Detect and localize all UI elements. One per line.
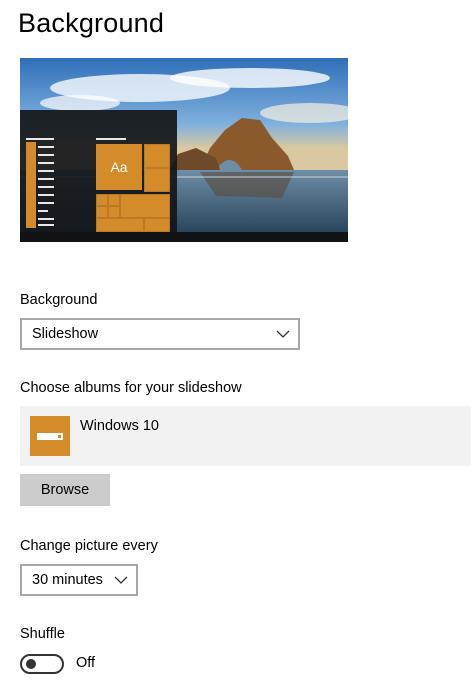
toggle-knob [26,659,36,669]
interval-dropdown[interactable]: 30 minutes [20,564,138,596]
preview-line [26,138,54,140]
preview-tile [144,144,170,168]
taskbar-preview [20,232,348,242]
background-dropdown-value: Slideshow [32,326,99,342]
preview-tile [96,206,108,218]
preview-line [38,178,54,180]
interval-label: Change picture every [20,538,158,554]
interval-dropdown-value: 30 minutes [32,572,103,588]
page-title: Background [18,8,165,38]
background-preview: Aa [20,58,348,242]
preview-tile [144,168,170,192]
preview-tile [120,194,170,218]
preview-line [38,202,54,204]
preview-line [96,138,126,140]
background-dropdown[interactable]: Slideshow [20,318,300,350]
background-label: Background [20,292,98,308]
chevron-down-icon [114,576,128,584]
preview-tile [96,194,108,206]
album-item[interactable]: Windows 10 [20,406,471,466]
shuffle-label: Shuffle [20,626,65,642]
preview-line [38,186,54,188]
preview-line [38,162,54,164]
shuffle-state: Off [76,655,96,671]
preview-tile [108,194,120,206]
preview-line [38,218,54,220]
preview-tile [144,218,170,232]
start-rail-preview [26,142,36,228]
preview-line [38,170,54,172]
preview-line [38,210,48,212]
preview-tile [108,206,120,218]
preview-line [38,154,54,156]
folder-icon [30,416,70,456]
shuffle-toggle[interactable] [20,654,64,674]
preview-tile [96,218,144,232]
preview-line [38,194,54,196]
albums-label: Choose albums for your slideshow [20,380,242,396]
chevron-down-icon [276,330,290,338]
preview-line [38,146,54,148]
preview-line [38,224,54,226]
album-name: Windows 10 [80,418,159,434]
browse-button[interactable]: Browse [20,474,110,506]
preview-tile-aa: Aa [96,144,142,190]
